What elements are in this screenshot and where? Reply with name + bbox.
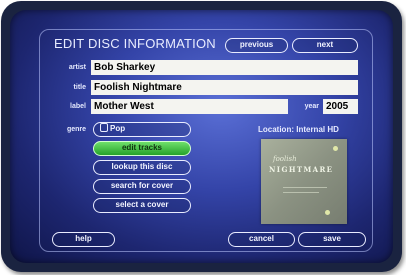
- genre-label: genre: [66, 126, 86, 133]
- cover-title-text: NIGHTMARE: [269, 165, 334, 174]
- label-field[interactable]: Mother West: [91, 99, 288, 114]
- select-cover-button[interactable]: select a cover: [93, 198, 191, 213]
- save-button[interactable]: save: [298, 232, 366, 247]
- year-label: year: [304, 103, 319, 110]
- cover-line: [283, 192, 319, 193]
- title-label: title: [73, 84, 86, 91]
- edit-tracks-button[interactable]: edit tracks: [93, 141, 191, 156]
- page-title: EDIT DISC INFORMATION: [54, 36, 216, 51]
- next-button[interactable]: next: [292, 38, 358, 53]
- title-field[interactable]: Foolish Nightmare: [91, 80, 358, 95]
- genre-value: Pop: [110, 124, 126, 133]
- cover-script-text: foolish: [273, 155, 297, 163]
- cover-dot: [325, 210, 330, 215]
- genre-tag-icon: [100, 123, 108, 132]
- year-field[interactable]: 2005: [323, 99, 358, 114]
- search-cover-button[interactable]: search for cover: [93, 179, 191, 194]
- label-label: label: [70, 103, 86, 110]
- album-cover[interactable]: foolish NIGHTMARE: [261, 139, 347, 224]
- location-text: Location: Internal HD: [258, 125, 339, 134]
- genre-select[interactable]: Pop: [93, 122, 191, 137]
- help-button[interactable]: help: [52, 232, 115, 247]
- lookup-disc-button[interactable]: lookup this disc: [93, 160, 191, 175]
- cover-line: [283, 187, 327, 188]
- artist-field[interactable]: Bob Sharkey: [91, 60, 358, 75]
- cover-dot: [333, 146, 338, 151]
- artist-label: artist: [68, 64, 86, 71]
- previous-button[interactable]: previous: [225, 38, 288, 53]
- cancel-button[interactable]: cancel: [228, 232, 295, 247]
